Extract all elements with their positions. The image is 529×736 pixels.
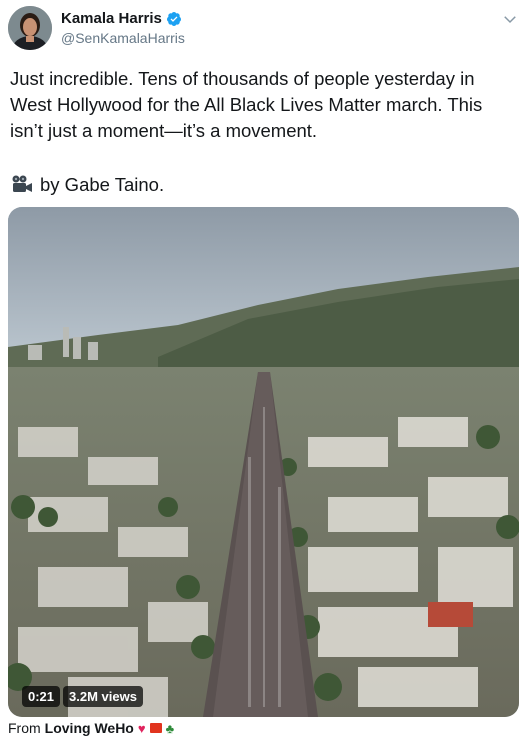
flag-icon [149,723,162,733]
author-handle[interactable]: @SenKamalaHarris [61,30,185,46]
avatar[interactable] [8,6,52,50]
tweet-header: Kamala Harris @SenKamalaHarris [8,6,521,54]
video-player[interactable]: 0:21 3.2M views [8,207,519,717]
author-display-name[interactable]: Kamala Harris [61,10,162,27]
from-source[interactable]: Loving WeHo [45,720,134,736]
video-duration: 0:21 [22,686,61,707]
credit-text: by Gabe Taino. [40,174,165,195]
video-overlay: 0:21 3.2M views [22,686,143,707]
video-frame [8,207,519,717]
palm-tree-icon: ♣ [165,720,175,736]
video-views: 3.2M views [63,686,143,707]
from-prefix: From [8,720,41,736]
video-credit: by Gabe Taino. [10,172,164,198]
verified-badge-icon [166,11,181,26]
name-row: Kamala Harris [61,10,182,27]
movie-camera-icon [12,175,32,192]
tweet-text: Just incredible. Tens of thousands of pe… [10,68,483,141]
heart-icon: ♥ [137,720,146,736]
media-source[interactable]: From Loving WeHo ♥ ♣ [8,720,174,736]
chevron-down-icon[interactable] [501,10,519,28]
